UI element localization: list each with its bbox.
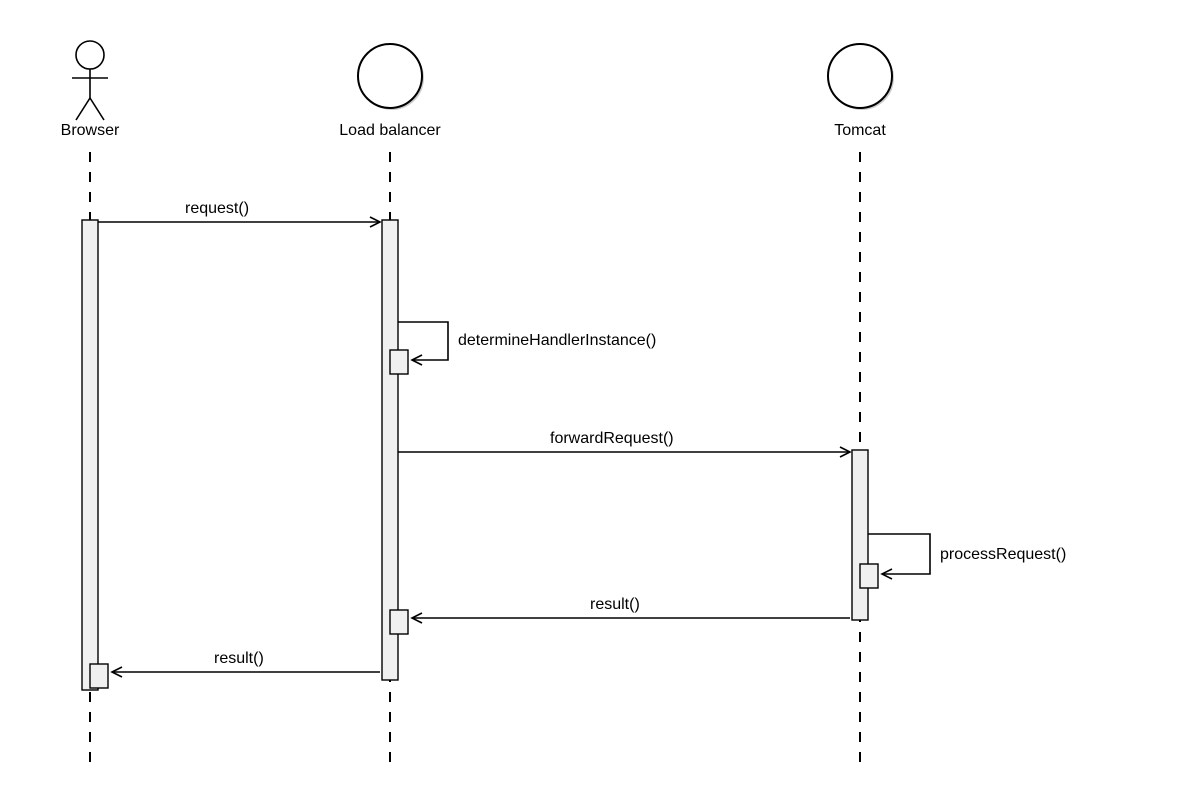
label-m1: request(): [185, 200, 249, 218]
label-m6: result(): [214, 650, 264, 668]
label-tomcat: Tomcat: [820, 122, 900, 140]
nested-lb-dhi: [390, 350, 408, 374]
nested-tomcat-process: [860, 564, 878, 588]
label-lb: Load balancer: [330, 122, 450, 140]
label-m4: processRequest(): [940, 546, 1066, 564]
activation-tomcat: [852, 450, 868, 620]
participant-tomcat-head: [828, 44, 894, 110]
nested-browser-result: [90, 664, 108, 688]
activation-browser: [82, 220, 98, 690]
participant-lb-head: [358, 44, 424, 110]
label-m5: result(): [590, 596, 640, 614]
sequence-diagram: Browser Load balancer Tomcat request() d…: [0, 0, 1181, 801]
label-browser: Browser: [50, 122, 130, 140]
label-m3: forwardRequest(): [550, 430, 674, 448]
actor-browser-head: [72, 41, 108, 120]
nested-lb-result: [390, 610, 408, 634]
label-m2: determineHandlerInstance(): [458, 332, 656, 350]
diagram-svg: [0, 0, 1181, 801]
